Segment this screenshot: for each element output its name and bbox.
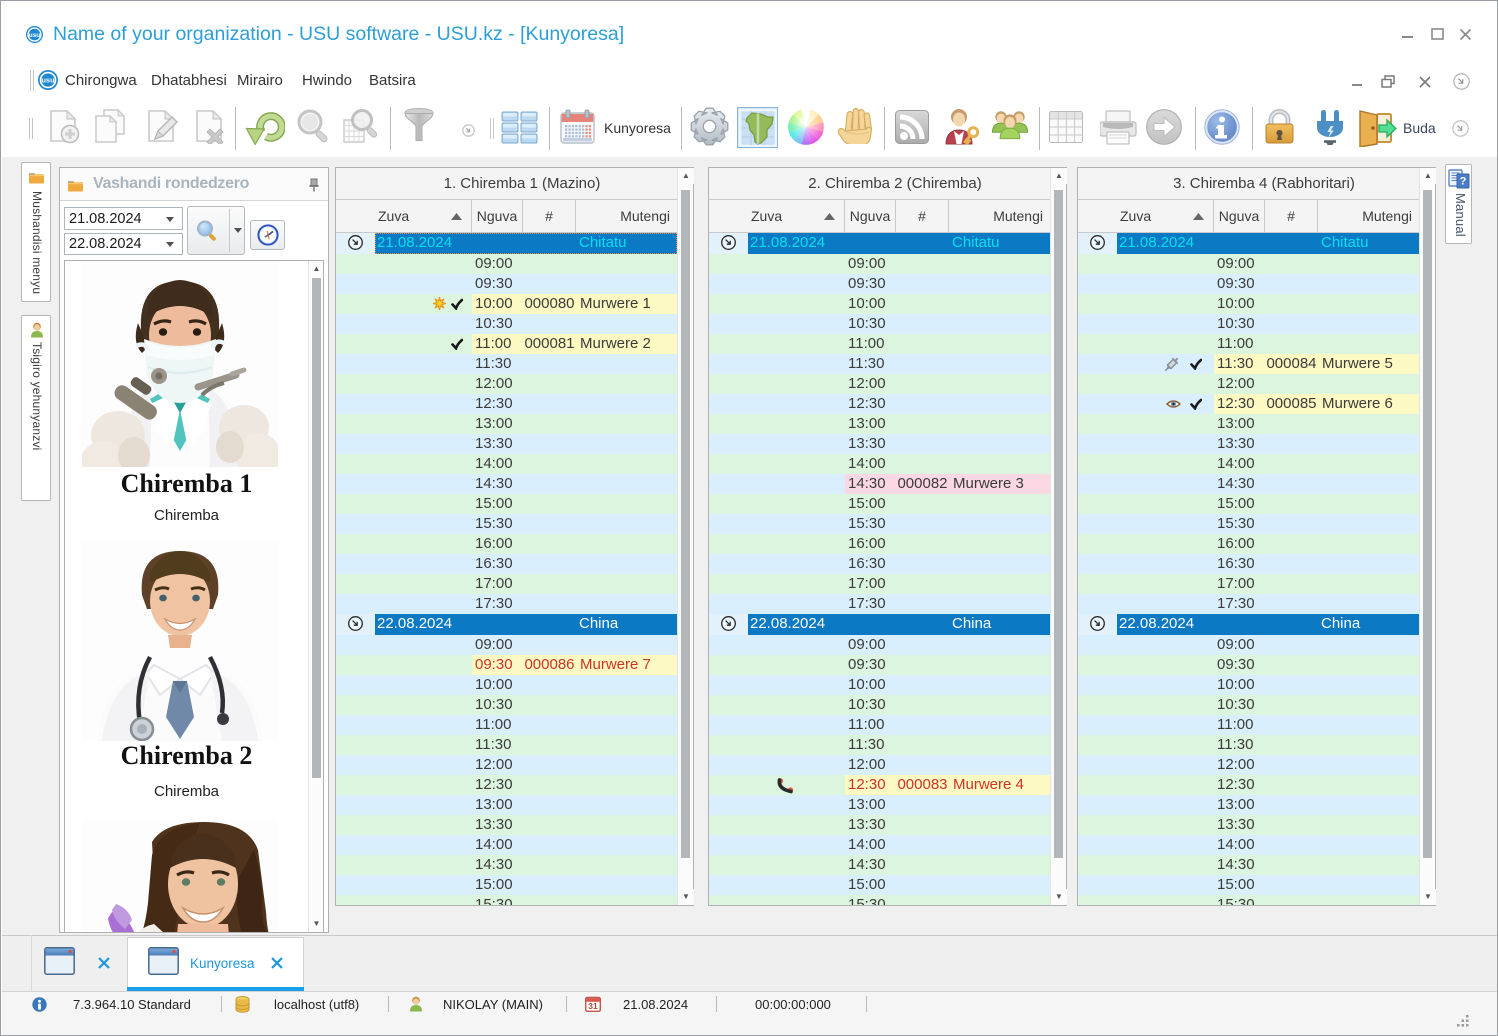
- svg-text:31: 31: [588, 1001, 598, 1011]
- svg-text:?: ?: [1460, 176, 1467, 188]
- svg-text:usu: usu: [29, 32, 41, 39]
- svg-text:usu: usu: [41, 76, 55, 85]
